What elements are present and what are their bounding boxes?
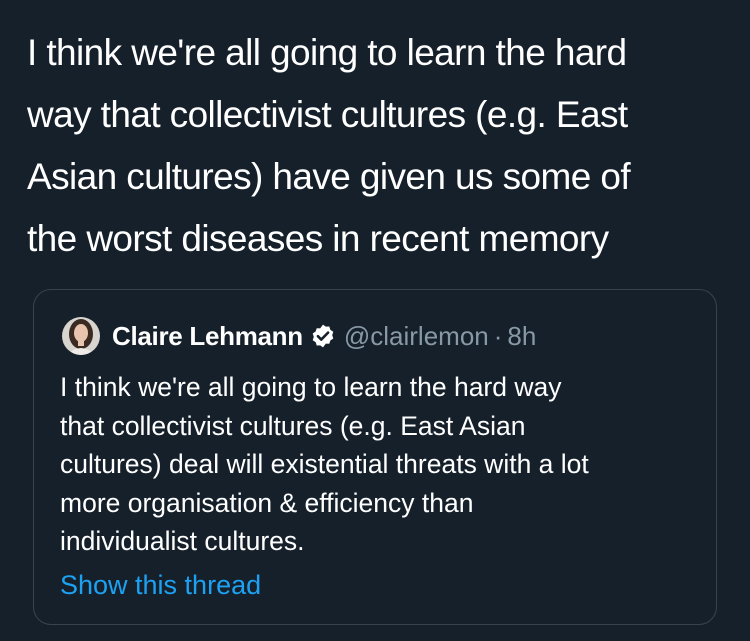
author-handle[interactable]: @clairlemon — [344, 321, 489, 352]
timestamp[interactable]: 8h — [507, 321, 536, 352]
tweet-text: I think we're all going to learn the har… — [27, 32, 631, 259]
quoted-tweet-header: Claire Lehmann @clairlemon · 8h — [62, 316, 536, 356]
avatar[interactable] — [62, 317, 100, 355]
show-thread-link[interactable]: Show this thread — [60, 570, 261, 601]
quoted-tweet-text: I think we're all going to learn the har… — [60, 372, 589, 556]
author-name[interactable]: Claire Lehmann — [112, 321, 303, 352]
quoted-tweet-card[interactable]: Claire Lehmann @clairlemon · 8h I think … — [33, 289, 717, 625]
verified-badge-icon — [310, 323, 336, 349]
separator-dot: · — [493, 320, 503, 351]
